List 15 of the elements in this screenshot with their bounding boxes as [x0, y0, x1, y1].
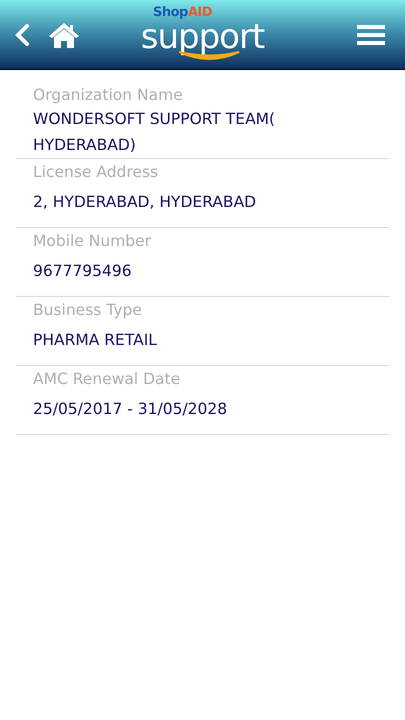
back-icon[interactable]	[14, 22, 30, 46]
field-label: License Address	[33, 162, 160, 183]
logo-brand-text: ShopAID	[152, 6, 212, 20]
field-value: 9677795496	[33, 261, 133, 282]
menu-icon[interactable]	[357, 24, 385, 46]
field-label: Mobile Number	[33, 231, 152, 252]
field-label: Business Type	[33, 300, 143, 321]
field-value: WONDERSOFT SUPPORT TEAM( HYDERABAD)	[33, 109, 276, 156]
logo-wordmark: support	[140, 20, 264, 54]
field-label: AMC Renewal Date	[33, 369, 182, 390]
field-label: Organization Name	[33, 85, 184, 106]
field-value: PHARMA RETAIL	[33, 330, 158, 351]
field-value: 25/05/2017 - 31/05/2028	[33, 399, 228, 420]
field-value: 2, HYDERABAD, HYDERABAD	[33, 192, 258, 213]
home-icon[interactable]	[48, 20, 80, 48]
